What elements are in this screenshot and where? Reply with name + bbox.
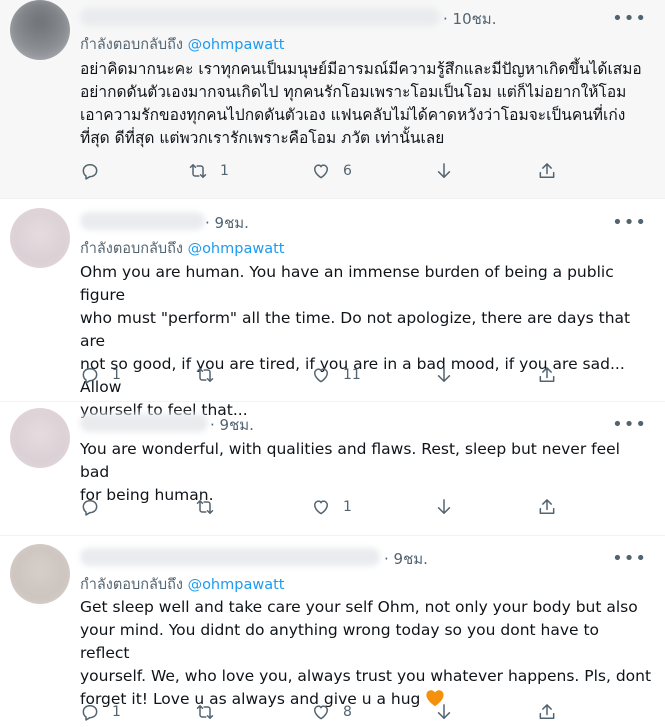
reply-icon — [82, 705, 98, 721]
download-button[interactable] — [434, 496, 454, 518]
retweet-icon — [189, 164, 207, 178]
more-icon[interactable]: ••• — [612, 214, 647, 232]
tweet-text-wrapper: Get sleep well and take care your self O… — [80, 596, 652, 711]
reply-to-line: กำลังตอบกลับถึง @ohmpawatt — [80, 33, 284, 56]
reply-to-label: กำลังตอบกลับถึง — [80, 241, 188, 257]
tweet[interactable]: · 9ชม. ••• กำลังตอบกลับถึง @ohmpawatt Oh… — [0, 199, 665, 419]
tweet-actions: 1 11 — [80, 364, 570, 386]
download-button[interactable] — [434, 364, 454, 386]
reply-count: 1 — [112, 704, 121, 720]
download-icon — [437, 163, 451, 178]
reply-to-handle[interactable]: @ohmpawatt — [188, 577, 285, 593]
reply-button[interactable]: 1 — [80, 364, 121, 386]
like-icon — [314, 164, 328, 179]
reply-button[interactable] — [80, 496, 112, 518]
download-button[interactable] — [434, 160, 454, 182]
retweet-icon — [196, 368, 214, 382]
retweet-button[interactable]: 1 — [188, 160, 229, 182]
share-button[interactable] — [537, 496, 557, 518]
like-icon — [314, 368, 328, 383]
tweet-text: Ohm you are human. You have an immense b… — [80, 263, 631, 419]
reply-icon — [82, 500, 98, 516]
tweet-timestamp[interactable]: · 10ชม. — [443, 7, 496, 31]
share-button[interactable] — [537, 701, 557, 723]
share-icon — [539, 367, 555, 382]
reply-icon — [82, 368, 98, 384]
reply-to-label: กำลังตอบกลับถึง — [80, 577, 188, 593]
more-icon[interactable]: ••• — [612, 416, 647, 434]
tweet[interactable]: · 10ชม. ••• กำลังตอบกลับถึง @ohmpawatt อ… — [0, 0, 665, 199]
tweet-actions: 1 — [80, 496, 570, 518]
tweet-timestamp[interactable]: · 9ชม. — [205, 211, 249, 235]
share-icon — [539, 499, 555, 514]
like-button[interactable]: 1 — [311, 496, 352, 518]
avatar[interactable] — [10, 0, 70, 60]
like-button[interactable]: 11 — [311, 364, 361, 386]
like-count: 8 — [343, 704, 352, 720]
blurred-username[interactable] — [80, 548, 380, 566]
reply-to-label: กำลังตอบกลับถึง — [80, 37, 188, 53]
reply-to-line: กำลังตอบกลับถึง @ohmpawatt — [80, 573, 284, 596]
tweet[interactable]: · 9ชม. ••• You are wonderful, with quali… — [0, 402, 665, 536]
reply-count: 1 — [112, 367, 121, 383]
share-button[interactable] — [537, 160, 557, 182]
avatar[interactable] — [10, 544, 70, 604]
like-icon — [314, 705, 328, 720]
reply-button[interactable]: 1 — [80, 701, 121, 723]
retweet-button[interactable] — [195, 364, 227, 386]
download-button[interactable] — [434, 701, 454, 723]
tweet-actions: 1 6 — [80, 160, 570, 182]
retweet-button[interactable] — [195, 496, 227, 518]
like-button[interactable]: 6 — [311, 160, 352, 182]
tweet-text: อย่าคิดมากนะคะ เราทุกคนเป็นมนุษย์มีอารมณ… — [80, 60, 642, 147]
like-icon — [314, 500, 328, 515]
like-button[interactable]: 8 — [311, 701, 352, 723]
share-icon — [539, 163, 555, 178]
retweet-button[interactable] — [195, 701, 227, 723]
reply-button[interactable] — [80, 160, 112, 182]
like-count: 11 — [343, 367, 361, 383]
like-count: 6 — [343, 163, 352, 179]
blurred-username[interactable] — [80, 212, 205, 230]
download-icon — [437, 704, 451, 719]
tweet-actions: 1 8 — [80, 701, 570, 723]
retweet-icon — [196, 705, 214, 719]
avatar[interactable] — [10, 208, 70, 268]
blurred-username[interactable] — [80, 414, 208, 432]
like-count: 1 — [343, 499, 352, 515]
tweet-timestamp[interactable]: · 9ชม. — [210, 413, 254, 437]
tweet[interactable]: · 9ชม. ••• กำลังตอบกลับถึง @ohmpawatt Ge… — [0, 536, 665, 727]
retweet-count: 1 — [220, 163, 229, 179]
download-icon — [437, 367, 451, 382]
avatar[interactable] — [10, 408, 70, 468]
reply-icon — [82, 164, 98, 180]
more-icon[interactable]: ••• — [612, 550, 647, 568]
blurred-username[interactable] — [80, 8, 440, 26]
reply-to-line: กำลังตอบกลับถึง @ohmpawatt — [80, 237, 284, 260]
reply-to-handle[interactable]: @ohmpawatt — [188, 37, 285, 53]
retweet-icon — [196, 500, 214, 514]
tweet-timestamp[interactable]: · 9ชม. — [384, 547, 428, 571]
share-button[interactable] — [537, 364, 557, 386]
reply-to-handle[interactable]: @ohmpawatt — [188, 241, 285, 257]
tweet-text: Get sleep well and take care your self O… — [80, 598, 652, 708]
share-icon — [539, 704, 555, 719]
download-icon — [437, 499, 451, 514]
more-icon[interactable]: ••• — [612, 10, 647, 28]
